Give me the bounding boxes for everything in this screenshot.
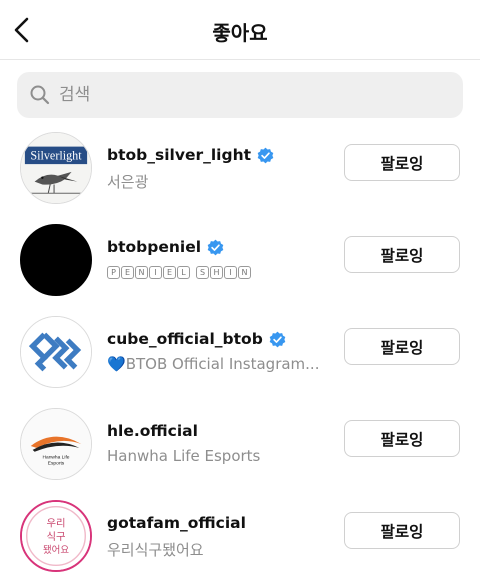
boxed-letter: I [149,266,162,279]
username-text[interactable]: hle.official [107,422,198,440]
boxed-letter: E [163,266,176,279]
username-text[interactable]: btobpeniel [107,238,201,256]
username-text[interactable]: btob_silver_light [107,146,251,164]
boxed-letter: N [135,266,148,279]
verified-badge-icon [207,239,224,255]
username[interactable]: btob_silver_light [107,146,274,164]
user-fullname: 우리식구됐어요 [107,541,204,559]
list-item[interactable]: 우리 식구 됐어요 gotafam_official 우리식구됐어요 팔로잉 [0,489,480,581]
username[interactable]: btobpeniel [107,238,224,256]
svg-text:됐어요: 됐어요 [43,544,69,556]
boxed-letter: N [238,266,251,279]
avatar[interactable] [20,316,92,388]
user-fullname: Hanwha Life Esports [107,447,261,465]
top-bar: 좋아요 [0,0,480,60]
search-icon [30,85,50,105]
avatar[interactable]: 우리 식구 됐어요 [20,500,92,572]
avatar[interactable] [20,224,92,296]
username[interactable]: gotafam_official [107,514,246,532]
avatar[interactable]: Silverlight [20,132,92,204]
user-fullname: 💙BTOB Official Instagram... [107,355,322,373]
svg-text:Esports: Esports [48,460,65,466]
boxed-letter: H [210,266,223,279]
username[interactable]: cube_official_btob [107,330,286,348]
blue-heart-icon: 💙 [107,355,126,373]
boxed-letter: I [224,266,237,279]
following-button[interactable]: 팔로잉 [344,236,460,273]
following-button[interactable]: 팔로잉 [344,512,460,549]
silverlight-avatar-image: Silverlight [21,133,91,203]
username-text[interactable]: gotafam_official [107,514,246,532]
page-title: 좋아요 [212,21,268,45]
user-fullname: PENIELSHIN [107,266,322,279]
boxed-letter: E [121,266,134,279]
svg-text:식구: 식구 [46,531,65,543]
boxed-letter: P [107,266,120,279]
btob-logo-avatar-image [21,317,91,387]
avatar-text: Hanwha Life [42,455,69,461]
avatar[interactable]: Hanwha Life Esports [20,408,92,480]
boxed-letter: L [177,266,190,279]
avatar-text: Silverlight [30,149,82,163]
search-input[interactable] [59,72,449,118]
list-item[interactable]: cube_official_btob 💙BTOB Official Instag… [0,305,480,397]
hle-logo-avatar-image: Hanwha Life Esports [21,409,91,479]
following-button[interactable]: 팔로잉 [344,328,460,365]
user-fullname: 서은광 [107,173,149,191]
search-bar[interactable] [17,72,463,118]
verified-badge-icon [269,331,286,347]
verified-badge-icon [257,147,274,163]
subtitle-text: BTOB Official Instagram... [125,355,320,373]
list-item[interactable]: Hanwha Life Esports hle.official Hanwha … [0,397,480,489]
list-item[interactable]: Silverlight btob_silver_light 서은광 팔로잉 [0,121,480,213]
gotafam-avatar-image: 우리 식구 됐어요 [22,502,90,570]
list-item[interactable]: btobpeniel PENIELSHIN 팔로잉 [0,213,480,305]
username-text[interactable]: cube_official_btob [107,330,263,348]
boxed-letter: S [196,266,209,279]
following-button[interactable]: 팔로잉 [344,144,460,181]
avatar-text: 우리 [46,518,65,530]
username[interactable]: hle.official [107,422,198,440]
following-button[interactable]: 팔로잉 [344,420,460,457]
